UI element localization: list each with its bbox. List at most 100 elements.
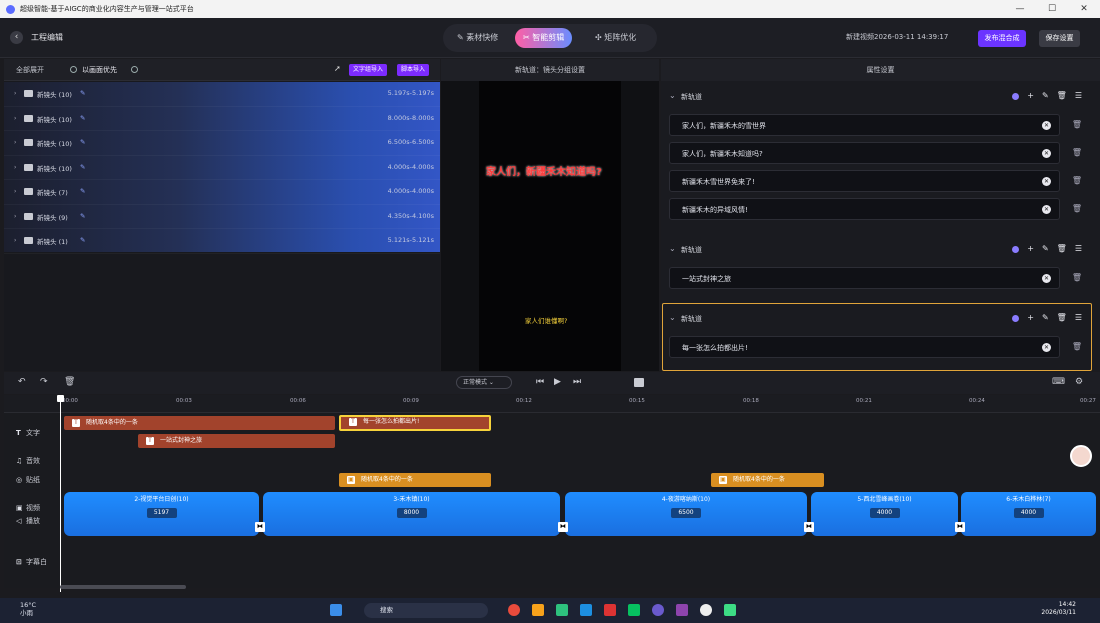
clear-icon[interactable]: ✕ <box>1042 274 1051 283</box>
preview-title-text[interactable]: 家人们，新疆禾木知道吗? <box>486 163 602 178</box>
text-item[interactable]: 家人们，新疆禾木知道吗? ✕ <box>669 142 1060 164</box>
delete-icon[interactable]: 🗑 <box>64 377 75 387</box>
speed-select[interactable]: 正常模式 ⌄ <box>456 376 512 389</box>
video-clip[interactable]: 4-夜游喀纳斯(10) 6500 <box>565 492 807 536</box>
trash-icon[interactable]: 🗑 <box>1072 148 1082 157</box>
keyboard-icon[interactable]: ⌨ <box>1052 377 1065 387</box>
app-icon[interactable] <box>580 604 592 616</box>
app-icon[interactable] <box>556 604 568 616</box>
shot-row[interactable]: › 新镜头 (10) ✎ 4.000s-4.000s <box>4 156 440 180</box>
back-button[interactable]: ‹ <box>10 31 23 44</box>
trash-icon[interactable]: 🗑 <box>1057 313 1067 322</box>
preview-canvas[interactable] <box>479 81 621 371</box>
add-icon[interactable]: + <box>1027 244 1034 253</box>
trash-icon[interactable]: 🗑 <box>1057 244 1067 253</box>
clear-icon[interactable]: ✕ <box>1042 177 1051 186</box>
transition-icon[interactable]: ⧓ <box>804 522 814 532</box>
tab-smart-edit[interactable]: ✂ 智能剪辑 <box>515 28 573 48</box>
skip-back-icon[interactable]: ⏮ <box>536 377 544 387</box>
option-radio[interactable] <box>131 66 138 73</box>
text-item[interactable]: 一站式封神之旅 ✕ <box>669 267 1060 289</box>
priority-radio[interactable] <box>70 66 77 73</box>
shot-row[interactable]: › 新镜头 (7) ✎ 4.000s-4.000s <box>4 180 440 205</box>
text-clip[interactable]: T 每一张怎么拍都出片! <box>339 415 491 431</box>
trash-icon[interactable]: 🗑 <box>1072 204 1082 213</box>
edit-icon[interactable]: ✎ <box>1042 313 1049 322</box>
transition-icon[interactable]: ⧓ <box>955 522 965 532</box>
preview-subtitle-text[interactable]: 家人们谁懂啊? <box>525 315 567 325</box>
play-icon[interactable]: ▶ <box>554 377 561 387</box>
text-import-button[interactable]: 文字组导入 <box>349 64 388 76</box>
playhead[interactable] <box>60 395 61 592</box>
weather-widget[interactable]: 16°C 小雨 <box>20 601 36 617</box>
list-icon[interactable]: ☰ <box>1075 91 1082 100</box>
volume-icon[interactable] <box>634 378 644 387</box>
rocket-icon[interactable]: ➚ <box>334 64 341 73</box>
wps-icon[interactable] <box>604 604 616 616</box>
close-button[interactable]: ✕ <box>1068 0 1100 18</box>
text-clip[interactable]: T 一站式封神之旅 <box>138 434 335 448</box>
redo-icon[interactable]: ↷ <box>40 377 48 387</box>
edit-icon[interactable]: ✎ <box>1042 244 1049 253</box>
add-icon[interactable]: + <box>1027 91 1034 100</box>
avatar[interactable] <box>1070 445 1092 467</box>
text-item[interactable]: 新疆禾木的异域风情! ✕ <box>669 198 1060 220</box>
undo-icon[interactable]: ↶ <box>18 377 26 387</box>
trash-icon[interactable]: 🗑 <box>1057 91 1067 100</box>
chrome-icon[interactable] <box>508 604 520 616</box>
text-clip[interactable]: T 随机取4条中的一条 <box>64 416 335 430</box>
clear-icon[interactable]: ✕ <box>1042 343 1051 352</box>
timeline-scrollbar[interactable] <box>60 585 186 589</box>
clock[interactable]: 14:42 2026/03/11 <box>1041 601 1076 617</box>
video-clip[interactable]: 6-禾木白桦林(7) 4000 <box>961 492 1096 536</box>
expand-all[interactable]: 全部展开 <box>16 65 44 75</box>
script-import-button[interactable]: 脚本导入 <box>397 64 430 76</box>
clear-icon[interactable]: ✕ <box>1042 149 1051 158</box>
list-icon[interactable]: ☰ <box>1075 244 1082 253</box>
maximize-button[interactable]: ☐ <box>1036 0 1068 18</box>
trash-icon[interactable]: 🗑 <box>1072 176 1082 185</box>
shot-row[interactable]: › 新镜头 (1) ✎ 5.121s-5.121s <box>4 229 440 254</box>
tab-matrix[interactable]: ✣ 矩阵优化 <box>587 28 644 48</box>
app-icon[interactable] <box>700 604 712 616</box>
shot-row[interactable]: › 新镜头 (9) ✎ 4.350s-4.100s <box>4 205 440 229</box>
trash-icon[interactable]: 🗑 <box>1072 342 1082 351</box>
start-icon[interactable] <box>330 604 342 616</box>
playhead-handle[interactable] <box>57 395 64 402</box>
trash-icon[interactable]: 🗑 <box>1072 120 1082 129</box>
shot-row[interactable]: › 新镜头 (10) ✎ 6.500s-6.500s <box>4 131 440 156</box>
track-header[interactable]: ⌄ 新轨道 + ✎ 🗑 ☰ <box>661 309 1100 329</box>
text-item[interactable]: 每一张怎么拍都出片! ✕ <box>669 336 1060 358</box>
trash-icon[interactable]: 🗑 <box>1072 273 1082 282</box>
edit-icon[interactable]: ✎ <box>1042 91 1049 100</box>
shot-row[interactable]: › 新镜头 (10) ✎ 8.000s-8.000s <box>4 107 440 131</box>
transition-icon[interactable]: ⧓ <box>558 522 568 532</box>
new-video-label[interactable]: 新建视频2026-03-11 14:39:17 <box>846 32 948 42</box>
list-icon[interactable]: ☰ <box>1075 313 1082 322</box>
track-header[interactable]: ⌄ 新轨道 + ✎ 🗑 ☰ <box>661 240 1100 260</box>
skip-forward-icon[interactable]: ⏭ <box>573 377 581 387</box>
add-icon[interactable]: + <box>1027 313 1034 322</box>
tab-material[interactable]: ✎ 素材快修 <box>449 28 506 48</box>
clear-icon[interactable]: ✕ <box>1042 205 1051 214</box>
text-item[interactable]: 家人们，新疆禾木的雪世界 ✕ <box>669 114 1060 136</box>
app-icon[interactable] <box>724 604 736 616</box>
minimize-button[interactable]: — <box>1004 0 1036 18</box>
transition-icon[interactable]: ⧓ <box>255 522 265 532</box>
publish-button[interactable]: 发布混合成 <box>978 30 1026 47</box>
shot-row[interactable]: › 新镜头 (10) ✎ 5.197s-5.197s <box>4 82 440 107</box>
settings-icon[interactable]: ⚙ <box>1075 377 1083 387</box>
wechat-icon[interactable] <box>628 604 640 616</box>
clear-icon[interactable]: ✕ <box>1042 121 1051 130</box>
taskbar-search[interactable]: 搜索 <box>364 603 488 618</box>
video-clip[interactable]: 5-西北雪峰画卷(10) 4000 <box>811 492 958 536</box>
app-icon[interactable] <box>532 604 544 616</box>
sticker-clip[interactable]: ▣ 随机取4条中的一条 <box>339 473 491 487</box>
timeline-ruler[interactable]: 00:00 00:03 00:06 00:09 00:12 00:15 00:1… <box>4 395 1100 413</box>
save-button[interactable]: 保存设置 <box>1039 30 1080 47</box>
app-icon[interactable] <box>676 604 688 616</box>
sticker-clip[interactable]: ▣ 随机取4条中的一条 <box>711 473 824 487</box>
text-item[interactable]: 新疆禾木雪世界免来了! ✕ <box>669 170 1060 192</box>
track-header[interactable]: ⌄ 新轨道 + ✎ 🗑 ☰ <box>661 87 1100 107</box>
video-clip[interactable]: 2-视觉平台日创(10) 5197 <box>64 492 259 536</box>
